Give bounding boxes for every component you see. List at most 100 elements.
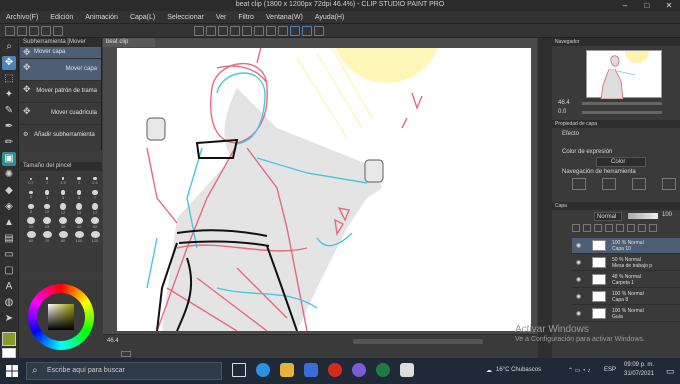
brush-size-option[interactable]: 5 [56,189,70,201]
clock-time[interactable]: 09:09 p. m. [624,362,654,368]
nav-button-4-icon[interactable] [662,178,676,190]
subtool-item-move-tone[interactable]: ✥ Mover patrón de trama [20,81,101,103]
brush-size-option[interactable]: 20 [24,217,38,229]
brush-size-option[interactable]: 0.7 [24,175,38,187]
nav-button-1-icon[interactable] [572,178,586,190]
layer-tool-5-icon[interactable] [616,224,624,232]
correct-line-tool-icon[interactable]: ➤ [2,312,16,326]
layer-row[interactable]: ◉ 100 % Normal Guía [572,306,680,322]
blend-mode-select[interactable]: Normal [594,212,622,221]
snap-special-ruler-icon[interactable] [290,25,300,36]
brush-size-option[interactable]: 2 [72,175,86,187]
layer-tool-1-icon[interactable] [572,224,580,232]
brush-size-option[interactable]: 17 [88,203,102,215]
taskbar-search-box[interactable]: ⌕ Escribe aquí para buscar [26,362,222,380]
brush-size-option[interactable]: 8 [24,203,38,215]
main-color-swatch[interactable] [2,332,16,346]
notification-icon[interactable]: ▭ [666,366,675,377]
sub-color-swatch[interactable] [2,348,16,358]
language-indicator[interactable]: ESP [604,367,616,373]
brush-size-option[interactable]: 15 [72,203,86,215]
menu-ventana[interactable]: Ventana(W) [260,11,309,24]
navigator-thumbnail[interactable] [586,39,662,100]
brush-size-option[interactable]: 120 [88,231,102,243]
navigator-zoom-value[interactable]: 46.4 [558,100,570,106]
layer-tool-4-icon[interactable] [605,224,613,232]
edge-icon[interactable] [256,363,270,377]
brush-size-option[interactable]: 1 [40,175,54,187]
frame-tool-icon[interactable]: ▢ [2,264,16,278]
brush-size-option[interactable]: 1.5 [56,175,70,187]
weather-icon[interactable]: ☁ [486,367,492,374]
menu-edicion[interactable]: Edición [44,11,79,24]
selection-tool-icon[interactable]: ⬚ [2,72,16,86]
weather-text[interactable]: 16°C Chubascos [496,367,541,373]
pen-tool-icon[interactable]: ✒ [2,120,16,134]
app-icon[interactable] [376,363,390,377]
opera-icon[interactable] [328,363,342,377]
saturation-value-square[interactable] [48,304,74,330]
gradient-tool-icon[interactable]: ▤ [2,232,16,246]
layer-row[interactable]: ◉ 50 % Normal Mesa de trabajo p [572,255,680,271]
expression-color-select[interactable]: Color [596,157,646,167]
open-file-icon[interactable] [17,25,27,36]
eye-icon[interactable]: ◉ [576,242,581,249]
snap-perspective-icon[interactable] [302,25,312,36]
zoom-slider[interactable] [582,102,662,105]
brush-size-option[interactable]: 80 [56,231,70,243]
auto-select-tool-icon[interactable]: ✦ [2,88,16,102]
nav-button-3-icon[interactable] [632,178,646,190]
maximize-button[interactable]: □ [636,0,658,11]
brush-size-option[interactable]: 4 [40,189,54,201]
brush-size-option[interactable]: 70 [40,231,54,243]
minimize-button[interactable]: – [614,0,636,11]
menu-ver[interactable]: Ver [210,11,233,24]
fill-icon[interactable] [206,25,216,36]
layer-row[interactable]: ◉ 48 % Normal Carpeta 1 [572,272,680,288]
snap-grid-icon[interactable] [278,25,288,36]
clear-icon[interactable] [194,25,204,36]
menu-archivo[interactable]: Archivo(F) [0,11,44,24]
add-subtool-button[interactable]: ⚙ Añadir subherramienta [20,125,101,147]
file-explorer-icon[interactable] [280,363,294,377]
brush-size-option[interactable]: 100 [72,231,86,243]
brush-size-option[interactable]: 25 [40,217,54,229]
eyedropper-tool-icon[interactable]: ✎ [2,104,16,118]
menu-ayuda[interactable]: Ayuda(H) [309,11,350,24]
messenger-icon[interactable] [352,363,366,377]
eye-icon[interactable]: ◉ [576,293,581,300]
fit-icon[interactable] [121,351,131,357]
brush-size-option[interactable]: 40 [72,217,86,229]
zoom-tool-icon[interactable]: ⌕ [2,40,16,54]
menu-seleccionar[interactable]: Seleccionar [161,11,210,24]
clock-date[interactable]: 31/07/2021 [624,371,654,377]
subtool-item-move-layer[interactable]: ✥ Mover capa [20,59,101,81]
horizontal-scrollbar[interactable] [353,339,483,344]
save-icon[interactable] [29,25,39,36]
layer-tool-6-icon[interactable] [627,224,635,232]
figure-tool-icon[interactable]: ▭ [2,248,16,262]
invert-selection-icon[interactable] [242,25,252,36]
menu-filtro[interactable]: Filtro [232,11,260,24]
subtool-item-move-layer-header[interactable]: ✥ Mover capa [20,47,101,59]
snap-toggle-icon[interactable] [314,25,324,36]
balloon-tool-icon[interactable]: ◍ [2,296,16,310]
snap-ruler-icon[interactable] [266,25,276,36]
eye-icon[interactable]: ◉ [576,259,581,266]
layer-tool-7-icon[interactable] [638,224,646,232]
undo-icon[interactable] [41,25,51,36]
menu-capa[interactable]: Capa(L) [124,11,161,24]
layer-tool-2-icon[interactable] [583,224,591,232]
brush-tool-icon[interactable]: ▣ [2,152,16,166]
airbrush-tool-icon[interactable]: ✺ [2,168,16,182]
brush-size-option[interactable]: 60 [24,231,38,243]
brush-size-option[interactable]: 50 [88,217,102,229]
layer-tool-3-icon[interactable] [594,224,602,232]
eye-icon[interactable]: ◉ [576,310,581,317]
brush-size-option[interactable]: 3 [24,189,38,201]
transform-icon[interactable] [218,25,228,36]
opacity-slider[interactable] [628,213,658,219]
subtool-item-move-grid[interactable]: ✥ Mover cuadrícula [20,103,101,125]
brush-size-option[interactable]: 6 [72,189,86,201]
task-view-icon[interactable] [232,363,246,377]
